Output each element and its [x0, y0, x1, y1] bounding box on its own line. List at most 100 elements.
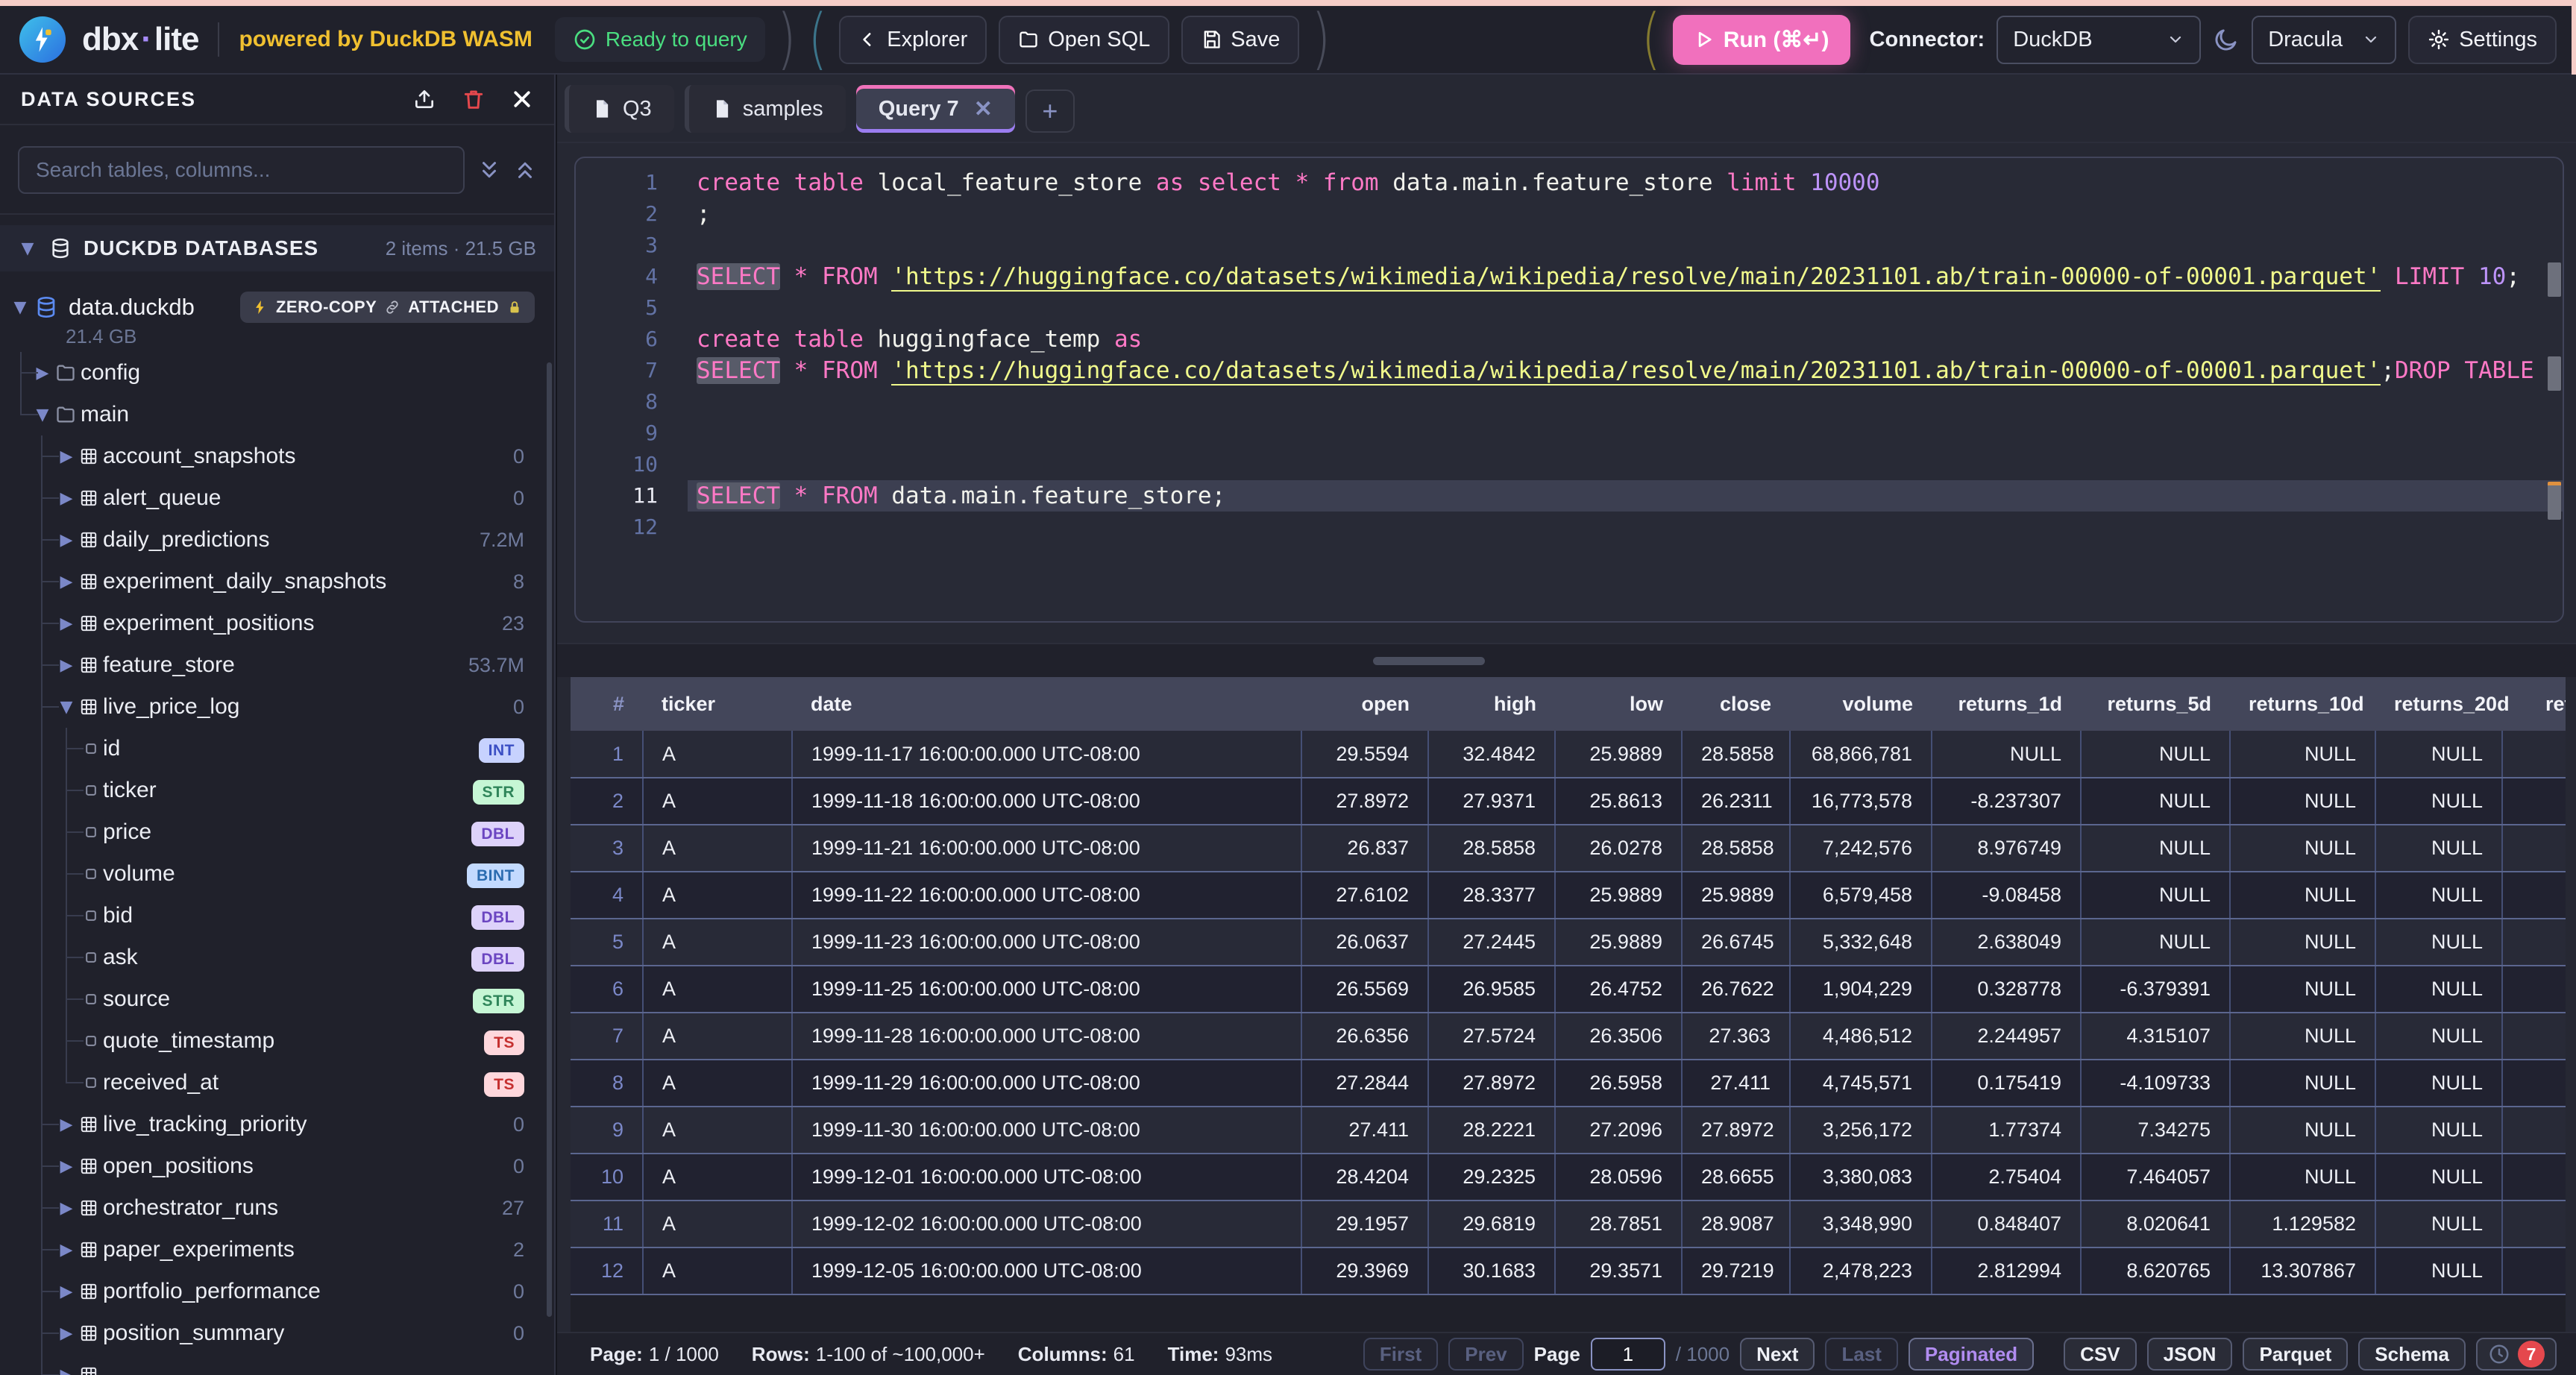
caret-right-icon[interactable]: ▶ [57, 1366, 76, 1375]
sidebar-scrollbar[interactable] [547, 362, 552, 1317]
tree-item-database[interactable]: ▼ data.duckdb ZERO-COPY ATTACHED 21.4 GB [0, 288, 554, 352]
export-csv-button[interactable]: CSV [2064, 1338, 2136, 1371]
tree-item-column[interactable]: idINT [0, 728, 554, 770]
column-header-returns_5d[interactable]: returns_5d [2081, 677, 2230, 731]
tab-q3[interactable]: Q3 [565, 85, 674, 133]
close-icon[interactable] [511, 88, 533, 110]
export-schema-button[interactable]: Schema [2358, 1338, 2466, 1371]
tree-item-column[interactable]: volumeBINT [0, 853, 554, 895]
connector-select[interactable]: DuckDB [1997, 16, 2201, 64]
tree-item-table[interactable]: ▶live_tracking_priority0 [0, 1104, 554, 1145]
page-number-input[interactable] [1591, 1338, 1665, 1371]
caret-right-icon[interactable]: ▶ [57, 573, 76, 591]
caret-right-icon[interactable]: ▶ [57, 531, 76, 550]
tree-item-table[interactable]: ▶experiment_positions23 [0, 602, 554, 644]
search-input[interactable] [18, 146, 465, 194]
caret-right-icon[interactable]: ▶ [57, 614, 76, 633]
tree-item-column[interactable]: tickerSTR [0, 770, 554, 811]
caret-right-icon[interactable]: ▶ [57, 1157, 76, 1176]
save-button[interactable]: Save [1181, 16, 1299, 64]
caret-right-icon[interactable]: ▶ [57, 1241, 76, 1259]
tree-item-table[interactable]: ▶ [0, 1354, 554, 1375]
caret-right-icon[interactable]: ▶ [57, 447, 76, 466]
moon-icon[interactable] [2213, 26, 2240, 53]
table-row[interactable]: 1A1999-11-17 16:00:00.000 UTC-08:0029.55… [571, 731, 2566, 778]
add-tab-button[interactable]: + [1025, 89, 1075, 133]
query-history-button[interactable]: 7 [2476, 1338, 2557, 1371]
column-header-volume[interactable]: volume [1790, 677, 1932, 731]
table-row[interactable]: 2A1999-11-18 16:00:00.000 UTC-08:0027.89… [571, 778, 2566, 825]
last-page-button[interactable]: Last [1825, 1338, 1897, 1371]
first-page-button[interactable]: First [1363, 1338, 1438, 1371]
caret-right-icon[interactable]: ▶ [57, 1283, 76, 1301]
trash-icon[interactable] [462, 87, 486, 111]
tree-item-table[interactable]: ▶open_positions0 [0, 1145, 554, 1187]
column-header-close[interactable]: close [1682, 677, 1790, 731]
column-header-retu[interactable]: retu [2502, 677, 2566, 731]
table-row[interactable]: 12A1999-12-05 16:00:00.000 UTC-08:0029.3… [571, 1247, 2566, 1294]
paginated-toggle[interactable]: Paginated [1909, 1338, 2034, 1371]
caret-right-icon[interactable]: ▶ [57, 656, 76, 675]
open-sql-button[interactable]: Open SQL [999, 16, 1169, 64]
tree-item-column[interactable]: quote_timestampTS [0, 1020, 554, 1062]
table-row[interactable]: 5A1999-11-23 16:00:00.000 UTC-08:0026.06… [571, 919, 2566, 966]
export-json-button[interactable]: JSON [2147, 1338, 2233, 1371]
column-header-open[interactable]: open [1301, 677, 1428, 731]
theme-select[interactable]: Dracula [2252, 16, 2396, 64]
tree-item-table[interactable]: ▶daily_predictions7.2M [0, 519, 554, 561]
tree-item-table[interactable]: ▶paper_experiments2 [0, 1229, 554, 1271]
column-header-returns_20d[interactable]: returns_20d [2375, 677, 2502, 731]
tree-item-column[interactable]: askDBL [0, 937, 554, 978]
tree-item-table[interactable]: ▶orchestrator_runs27 [0, 1187, 554, 1229]
tree-item-column[interactable]: sourceSTR [0, 978, 554, 1020]
upload-icon[interactable] [412, 87, 436, 111]
caret-down-icon[interactable]: ▼ [57, 698, 76, 717]
editor-scrollbar[interactable] [2546, 158, 2564, 621]
explorer-button[interactable]: Explorer [839, 16, 987, 64]
tree-item-table[interactable]: ▶feature_store53.7M [0, 644, 554, 686]
tab-samples[interactable]: samples [685, 85, 846, 133]
expand-all-icon[interactable] [478, 159, 500, 181]
caret-right-icon[interactable]: ▶ [57, 1199, 76, 1218]
tree-item-table[interactable]: ▶account_snapshots0 [0, 435, 554, 477]
column-header-low[interactable]: low [1555, 677, 1682, 731]
close-tab-icon[interactable]: ✕ [974, 96, 993, 122]
column-header-returns_1d[interactable]: returns_1d [1932, 677, 2081, 731]
tree-item-table[interactable]: ▶position_summary0 [0, 1312, 554, 1354]
tree-item-table[interactable]: ▼live_price_log0 [0, 686, 554, 728]
next-page-button[interactable]: Next [1740, 1338, 1815, 1371]
tree-item-column[interactable]: received_atTS [0, 1062, 554, 1104]
tree-item-column[interactable]: bidDBL [0, 895, 554, 937]
table-row[interactable]: 4A1999-11-22 16:00:00.000 UTC-08:0027.61… [571, 872, 2566, 919]
table-row[interactable]: 10A1999-12-01 16:00:00.000 UTC-08:0028.4… [571, 1154, 2566, 1201]
column-header-date[interactable]: date [792, 677, 1301, 731]
table-row[interactable]: 11A1999-12-02 16:00:00.000 UTC-08:0029.1… [571, 1201, 2566, 1247]
run-query-button[interactable]: Run (⌘↵) [1673, 15, 1850, 65]
column-header-high[interactable]: high [1428, 677, 1555, 731]
caret-right-icon[interactable]: ▶ [57, 1116, 76, 1134]
table-row[interactable]: 7A1999-11-28 16:00:00.000 UTC-08:0026.63… [571, 1013, 2566, 1060]
tab-query-7[interactable]: Query 7✕ [856, 85, 1015, 133]
prev-page-button[interactable]: Prev [1448, 1338, 1523, 1371]
tree-item-table[interactable]: ▶experiment_daily_snapshots8 [0, 561, 554, 602]
tree-item-table[interactable]: ▶alert_queue0 [0, 477, 554, 519]
duckdb-databases-section[interactable]: ▼ DUCKDB DATABASES 2 items · 21.5 GB [0, 225, 554, 271]
column-header-returns_10d[interactable]: returns_10d [2230, 677, 2375, 731]
caret-right-icon[interactable]: ▶ [57, 1324, 76, 1343]
table-row[interactable]: 6A1999-11-25 16:00:00.000 UTC-08:0026.55… [571, 966, 2566, 1013]
table-row[interactable]: 3A1999-11-21 16:00:00.000 UTC-08:0026.83… [571, 825, 2566, 872]
export-parquet-button[interactable]: Parquet [2243, 1338, 2348, 1371]
caret-right-icon[interactable]: ▶ [57, 489, 76, 508]
tree-item-column[interactable]: priceDBL [0, 811, 554, 853]
tree-item-schema[interactable]: ▼main [0, 394, 554, 435]
tree-item-table[interactable]: ▶portfolio_performance0 [0, 1271, 554, 1312]
table-row[interactable]: 9A1999-11-30 16:00:00.000 UTC-08:0027.41… [571, 1107, 2566, 1154]
resize-handle[interactable] [1373, 657, 1485, 665]
column-header-ticker[interactable]: ticker [643, 677, 792, 731]
collapse-all-icon[interactable] [514, 159, 536, 181]
column-header-num[interactable]: # [571, 677, 643, 731]
settings-button[interactable]: Settings [2408, 16, 2557, 64]
tree-item-schema[interactable]: ▶config [0, 352, 554, 394]
sql-editor[interactable]: 1create table local_feature_store as sel… [574, 157, 2564, 623]
table-row[interactable]: 8A1999-11-29 16:00:00.000 UTC-08:0027.28… [571, 1060, 2566, 1107]
